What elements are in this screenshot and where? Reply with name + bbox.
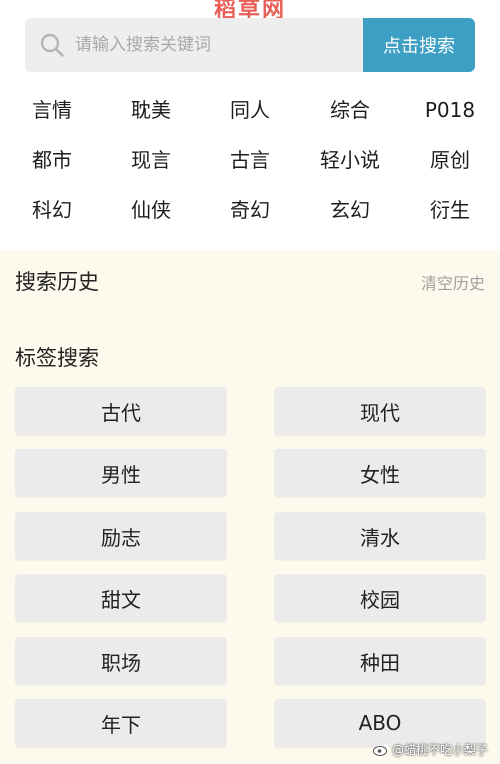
category-item[interactable]: 都市 <box>2 135 102 185</box>
tag-button[interactable]: 甜文 <box>15 574 227 622</box>
tags-title: 标签搜索 <box>15 346 99 370</box>
category-item[interactable]: 轻小说 <box>300 135 400 185</box>
category-item[interactable]: 奇幻 <box>200 185 300 235</box>
weibo-icon <box>372 744 389 756</box>
category-grid: 言情 耽美 同人 综合 P018 都市 现言 古言 轻小说 原创 科幻 仙侠 奇… <box>0 85 500 235</box>
category-item[interactable]: 耽美 <box>101 85 201 135</box>
tag-button[interactable]: 清水 <box>274 512 486 560</box>
tag-button[interactable]: 男性 <box>15 449 227 497</box>
category-item[interactable]: 玄幻 <box>300 185 400 235</box>
category-row: 都市 现言 古言 轻小说 原创 <box>0 135 500 185</box>
tag-button[interactable]: ABO <box>274 699 486 747</box>
category-item[interactable]: 现言 <box>101 135 201 185</box>
tag-button[interactable]: 古代 <box>15 387 227 435</box>
category-item[interactable]: 古言 <box>200 135 300 185</box>
history-title: 搜索历史 <box>15 270 99 294</box>
category-item[interactable]: 原创 <box>400 135 500 185</box>
tag-button[interactable]: 现代 <box>274 387 486 435</box>
search-input[interactable] <box>75 35 345 55</box>
clear-history-button[interactable]: 清空历史 <box>421 270 485 294</box>
search-icon <box>40 33 64 57</box>
tag-button[interactable]: 校园 <box>274 574 486 622</box>
tag-button[interactable]: 女性 <box>274 449 486 497</box>
category-item[interactable]: P018 <box>400 85 500 135</box>
category-item[interactable]: 综合 <box>300 85 400 135</box>
tag-button[interactable]: 励志 <box>15 512 227 560</box>
category-row: 言情 耽美 同人 综合 P018 <box>0 85 500 135</box>
category-item[interactable]: 言情 <box>2 85 102 135</box>
watermark-bottom-text: @蜡桃不吃小梨子 <box>391 743 488 757</box>
search-field[interactable] <box>25 18 363 72</box>
category-item[interactable]: 同人 <box>200 85 300 135</box>
watermark-bottom: @蜡桃不吃小梨子 <box>372 741 488 758</box>
category-item[interactable]: 衍生 <box>400 185 500 235</box>
tag-button[interactable]: 年下 <box>15 699 227 747</box>
top-panel: 稻草网 点击搜索 言情 耽美 同人 综合 P018 都市 现言 古言 轻小说 原… <box>0 0 500 250</box>
tag-button[interactable]: 种田 <box>274 637 486 685</box>
category-item[interactable]: 科幻 <box>2 185 102 235</box>
search-button[interactable]: 点击搜索 <box>363 18 475 72</box>
category-row: 科幻 仙侠 奇幻 玄幻 衍生 <box>0 185 500 235</box>
tag-button[interactable]: 职场 <box>15 637 227 685</box>
category-item[interactable]: 仙侠 <box>101 185 201 235</box>
search-bar: 点击搜索 <box>25 18 475 72</box>
